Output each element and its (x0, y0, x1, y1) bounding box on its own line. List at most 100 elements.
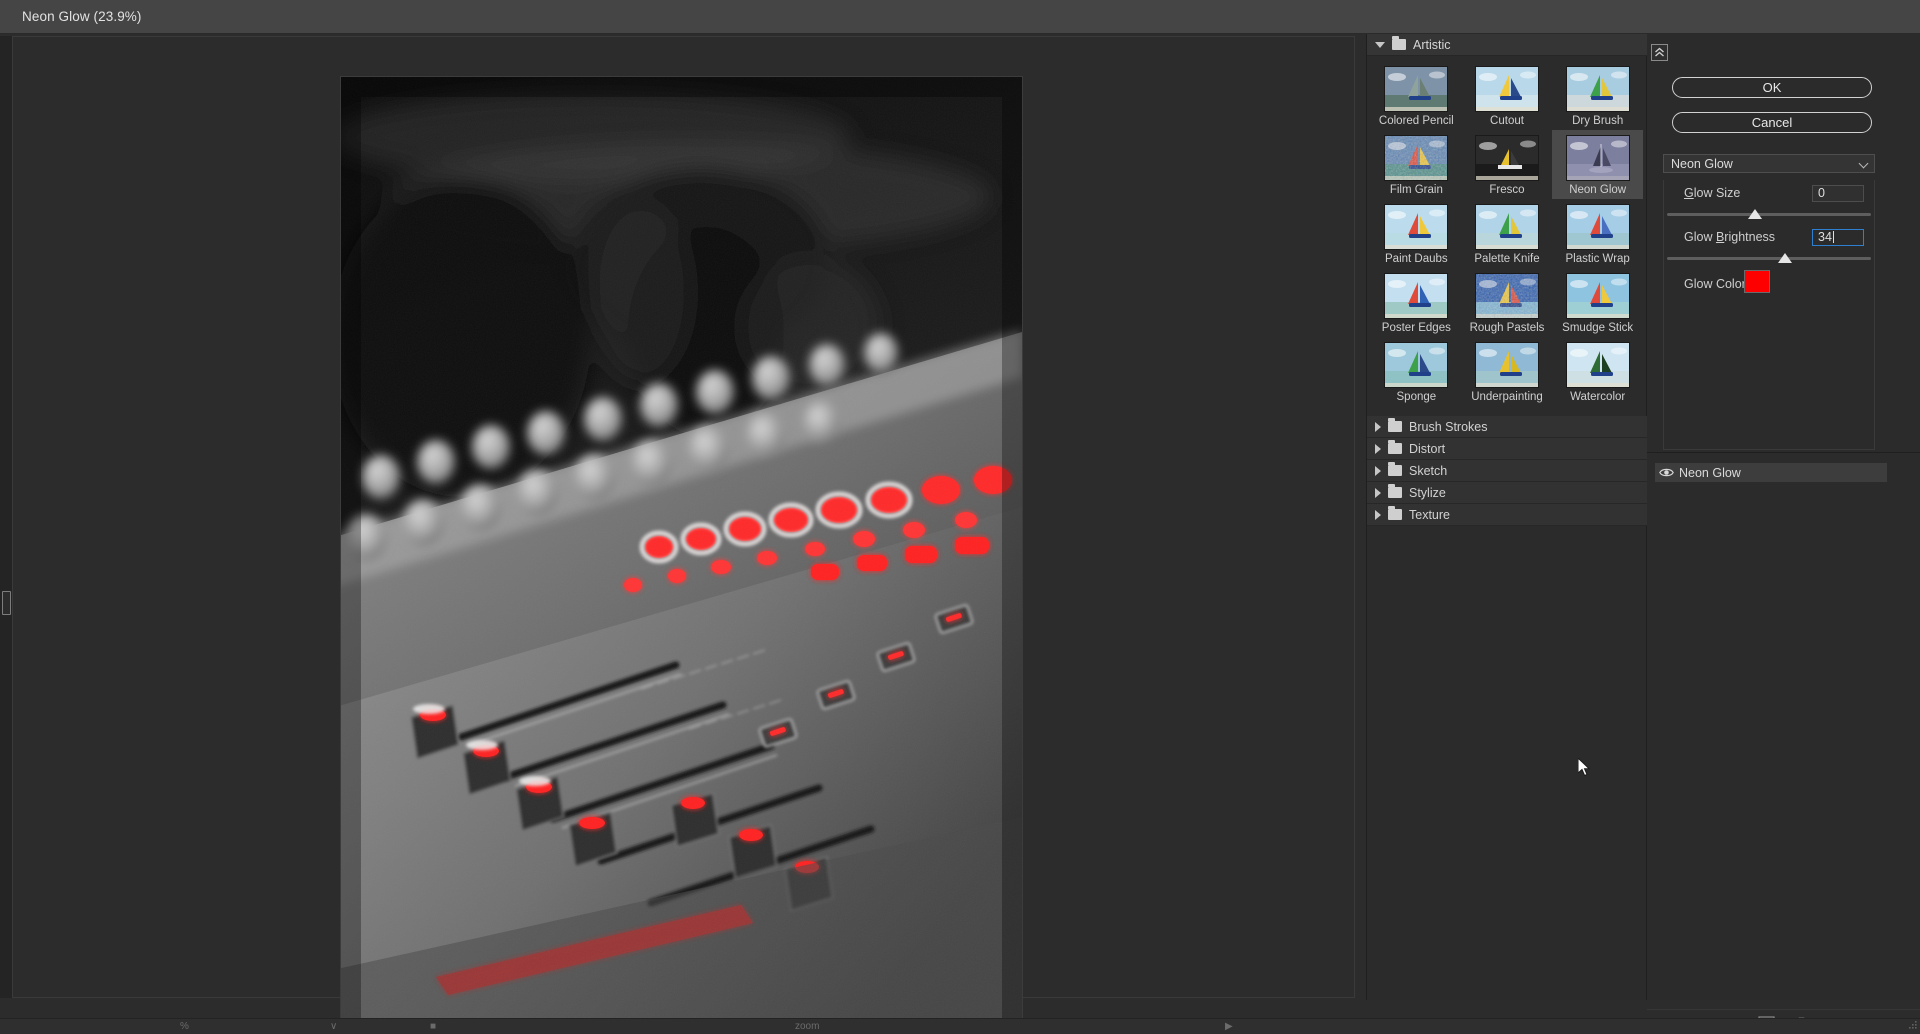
preview-pane: − + 23.9% (0, 34, 1367, 1034)
category-row-texture[interactable]: Texture (1367, 504, 1647, 526)
filter-thumbnail-paint-daubs[interactable]: Paint Daubs (1371, 199, 1462, 268)
resize-grip-icon[interactable] (1907, 1021, 1917, 1031)
filter-name-select[interactable]: Neon Glow (1663, 154, 1875, 173)
category-label: Artistic (1413, 37, 1451, 52)
artwork-preview (341, 77, 1022, 1034)
folder-icon (1392, 36, 1406, 50)
filter-thumbnail-image (1474, 135, 1539, 181)
collapsed-category-list: Brush Strokes Distort Sketch Stylize Texture (1367, 416, 1647, 526)
triangle-down-icon (1375, 41, 1385, 48)
slider-track (1667, 213, 1871, 216)
filter-thumbnail-underpainting[interactable]: Underpainting (1462, 337, 1553, 406)
filter-gallery-window: Neon Glow (23.9%) Artistic Colored Penci… (0, 0, 1920, 1034)
filter-thumbnail-image (1384, 273, 1449, 319)
triangle-right-icon (1375, 465, 1381, 476)
filter-thumbnail-palette-knife[interactable]: Palette Knife (1462, 199, 1553, 268)
window-title-bar: Neon Glow (23.9%) (0, 0, 1920, 34)
filter-parameters: Glow Size 0 Glow Brightness 34 Glow Colo… (1663, 180, 1875, 450)
filter-thumbnail-label: Rough Pastels (1469, 322, 1545, 334)
glow-brightness-slider[interactable] (1665, 251, 1875, 265)
category-row-sketch[interactable]: Sketch (1367, 460, 1647, 482)
filter-thumbnail-image (1474, 204, 1539, 250)
filter-thumbnail-smudge-stick[interactable]: Smudge Stick (1552, 268, 1643, 337)
filter-thumbnail-dry-brush[interactable]: Dry Brush (1552, 61, 1643, 130)
ok-button[interactable]: OK (1672, 77, 1872, 98)
image-canvas[interactable] (341, 77, 1022, 1034)
scrollbar-thumb[interactable] (2, 591, 11, 615)
filter-thumbnail-colored-pencil[interactable]: Colored Pencil (1371, 61, 1462, 130)
filter-thumbnail-label: Colored Pencil (1378, 115, 1454, 127)
category-header-artistic[interactable]: Artistic (1367, 34, 1647, 56)
collapse-panel-button[interactable] (1651, 44, 1668, 61)
filter-thumbnail-plastic-wrap[interactable]: Plastic Wrap (1552, 199, 1643, 268)
filter-thumbnail-image (1565, 135, 1630, 181)
filter-thumbnail-label: Cutout (1490, 115, 1524, 127)
effect-layers-panel: Neon Glow (1647, 452, 1920, 1033)
filter-thumbnail-label: Film Grain (1389, 184, 1443, 196)
slider-track (1667, 257, 1871, 260)
slider-thumb[interactable] (1777, 253, 1792, 263)
filter-thumbnail-label: Dry Brush (1572, 115, 1624, 127)
filter-thumbnail-sponge[interactable]: Sponge (1371, 337, 1462, 406)
filter-thumbnail-fresco[interactable]: Fresco (1462, 130, 1553, 199)
eye-visibility-icon[interactable] (1655, 467, 1677, 478)
filter-thumbnail-label: Plastic Wrap (1565, 253, 1630, 265)
filter-thumbnail-image (1384, 135, 1449, 181)
effect-layer-item[interactable]: Neon Glow (1655, 463, 1887, 482)
filter-thumbnail-label: Paint Daubs (1385, 253, 1448, 265)
effect-layer-name: Neon Glow (1679, 465, 1741, 480)
cancel-button[interactable]: Cancel (1672, 112, 1872, 133)
triangle-right-icon (1375, 509, 1381, 520)
folder-icon (1388, 418, 1402, 432)
filter-thumbnail-label: Poster Edges (1381, 322, 1451, 334)
filter-thumbnail-neon-glow[interactable]: Neon Glow (1552, 130, 1643, 199)
eye-icon (1658, 468, 1674, 477)
preview-vertical-scrollbar[interactable] (0, 36, 13, 998)
filter-gallery-scroll: Artistic Colored Pencil Cutout Dry Brush… (1367, 34, 1647, 1000)
param-row-glow-color: Glow Color (1664, 270, 1876, 296)
filter-thumbnail-image (1565, 66, 1630, 112)
folder-icon (1388, 440, 1402, 454)
category-label: Distort (1409, 441, 1446, 456)
glow-brightness-label: Glow Brightness (1684, 230, 1776, 244)
filter-thumbnail-label: Fresco (1489, 184, 1525, 196)
filter-thumbnail-label: Sponge (1396, 391, 1437, 403)
glow-size-input[interactable]: 0 (1812, 184, 1864, 202)
filter-thumbnail-image (1474, 342, 1539, 388)
workspace: − + 23.9% Artistic (0, 34, 1920, 1034)
filter-gallery-panel: Artistic Colored Pencil Cutout Dry Brush… (1367, 34, 1647, 1000)
glow-brightness-input[interactable]: 34 (1812, 228, 1864, 246)
glow-color-label: Glow Color (1684, 277, 1746, 291)
triangle-right-icon (1375, 443, 1381, 454)
folder-icon (1388, 462, 1402, 476)
filter-thumbnail-label: Palette Knife (1474, 253, 1540, 265)
settings-panel: OK Cancel Neon Glow Glow Size 0 Glow Bri… (1647, 34, 1920, 1033)
filter-thumbnail-rough-pastels[interactable]: Rough Pastels (1462, 268, 1553, 337)
triangle-right-icon (1375, 421, 1381, 432)
param-row-glow-size: Glow Size 0 (1664, 183, 1876, 203)
filter-thumbnail-film-grain[interactable]: Film Grain (1371, 130, 1462, 199)
filter-name-value: Neon Glow (1671, 156, 1733, 171)
folder-icon (1388, 506, 1402, 520)
category-label: Brush Strokes (1409, 419, 1488, 434)
slider-thumb[interactable] (1748, 209, 1763, 219)
filter-thumbnail-label: Underpainting (1471, 391, 1543, 403)
param-row-glow-brightness: Glow Brightness 34 (1664, 227, 1876, 247)
category-row-brush-strokes[interactable]: Brush Strokes (1367, 416, 1647, 438)
filter-thumbnail-image (1565, 273, 1630, 319)
filter-thumbnail-cutout[interactable]: Cutout (1462, 61, 1553, 130)
category-label: Sketch (1409, 463, 1448, 478)
category-row-stylize[interactable]: Stylize (1367, 482, 1647, 504)
filter-thumbnail-image (1474, 273, 1539, 319)
filter-thumbnail-poster-edges[interactable]: Poster Edges (1371, 268, 1462, 337)
host-strip-item: zoom (795, 1021, 820, 1032)
glow-size-slider[interactable] (1665, 207, 1875, 221)
text-caret (1832, 230, 1834, 243)
filter-thumbnail-grid: Colored Pencil Cutout Dry Brush Film Gra… (1367, 56, 1647, 416)
category-label: Stylize (1409, 485, 1446, 500)
category-row-distort[interactable]: Distort (1367, 438, 1647, 460)
host-strip-item: % (180, 1021, 189, 1032)
filter-thumbnail-image (1565, 204, 1630, 250)
glow-color-swatch[interactable] (1744, 270, 1770, 293)
filter-thumbnail-watercolor[interactable]: Watercolor (1552, 337, 1643, 406)
